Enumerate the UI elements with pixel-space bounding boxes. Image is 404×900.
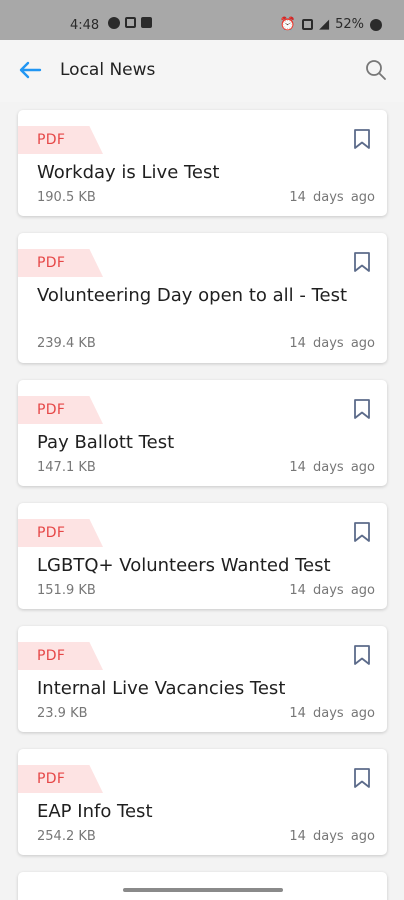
back-button[interactable] — [16, 58, 44, 82]
item-size: 239.4 KB — [37, 336, 96, 351]
bookmark-icon[interactable] — [353, 521, 371, 543]
item-date: 14 days ago — [289, 460, 375, 475]
signal-icon: ◢ — [319, 17, 330, 32]
item-size: 254.2 KB — [37, 829, 96, 844]
item-title: LGBTQ+ Volunteers Wanted Test — [37, 555, 331, 576]
alarm-icon: ⏰ — [279, 17, 297, 32]
pdf-tag: PDF — [18, 519, 103, 547]
search-button[interactable] — [364, 58, 388, 82]
item-date: 14 days ago — [289, 336, 375, 351]
status-time: 4:48 — [70, 18, 100, 33]
sim-icon — [302, 19, 314, 30]
list-item[interactable]: PDF Volunteering Day open to all - Test … — [18, 233, 387, 363]
circle-app-icon — [108, 17, 120, 29]
item-date: 14 days ago — [289, 706, 375, 721]
bookmark-icon[interactable] — [353, 128, 371, 150]
item-size: 147.1 KB — [37, 460, 96, 475]
gesture-nav-bar[interactable] — [123, 888, 283, 892]
item-date: 14 days ago — [289, 190, 375, 205]
image-icon — [141, 17, 152, 28]
list-item[interactable]: PDF Pay Ballott Test 147.1 KB 14 days ag… — [18, 380, 387, 486]
item-title: EAP Info Test — [37, 801, 153, 822]
back-arrow-icon — [19, 61, 42, 79]
pdf-tag: PDF — [18, 396, 103, 424]
status-right-icons: ⏰ ◢ 52% — [280, 17, 382, 32]
battery-icon — [370, 18, 382, 31]
list-item[interactable]: PDF Internal Live Vacancies Test 23.9 KB… — [18, 626, 387, 732]
bookmark-icon[interactable] — [353, 644, 371, 666]
list-item[interactable]: PDF LGBTQ+ Volunteers Wanted Test 151.9 … — [18, 503, 387, 609]
bookmark-icon[interactable] — [353, 767, 371, 789]
item-size: 190.5 KB — [37, 190, 96, 205]
search-icon — [366, 60, 386, 80]
list-item[interactable]: PDF Workday is Live Test 190.5 KB 14 day… — [18, 110, 387, 216]
pdf-tag: PDF — [18, 249, 103, 277]
list-item-partial[interactable] — [18, 872, 387, 900]
list-item[interactable]: PDF EAP Info Test 254.2 KB 14 days ago — [18, 749, 387, 855]
status-bar: 4:48 ⏰ ◢ 52% — [0, 0, 404, 40]
item-title: Workday is Live Test — [37, 162, 220, 183]
bookmark-icon[interactable] — [353, 251, 371, 273]
pdf-tag: PDF — [18, 126, 103, 154]
gallery-icon — [125, 17, 136, 28]
item-size: 23.9 KB — [37, 706, 88, 721]
item-size: 151.9 KB — [37, 583, 96, 598]
battery-level: 52% — [335, 17, 364, 32]
pdf-tag: PDF — [18, 642, 103, 670]
item-title: Internal Live Vacancies Test — [37, 678, 286, 699]
item-date: 14 days ago — [289, 583, 375, 598]
app-bar: Local News — [0, 40, 404, 102]
pdf-tag: PDF — [18, 765, 103, 793]
page-title: Local News — [60, 60, 156, 80]
item-title: Volunteering Day open to all - Test — [37, 285, 348, 306]
status-left-icons — [108, 17, 152, 29]
item-title: Pay Ballott Test — [37, 432, 175, 453]
item-date: 14 days ago — [289, 829, 375, 844]
bookmark-icon[interactable] — [353, 398, 371, 420]
